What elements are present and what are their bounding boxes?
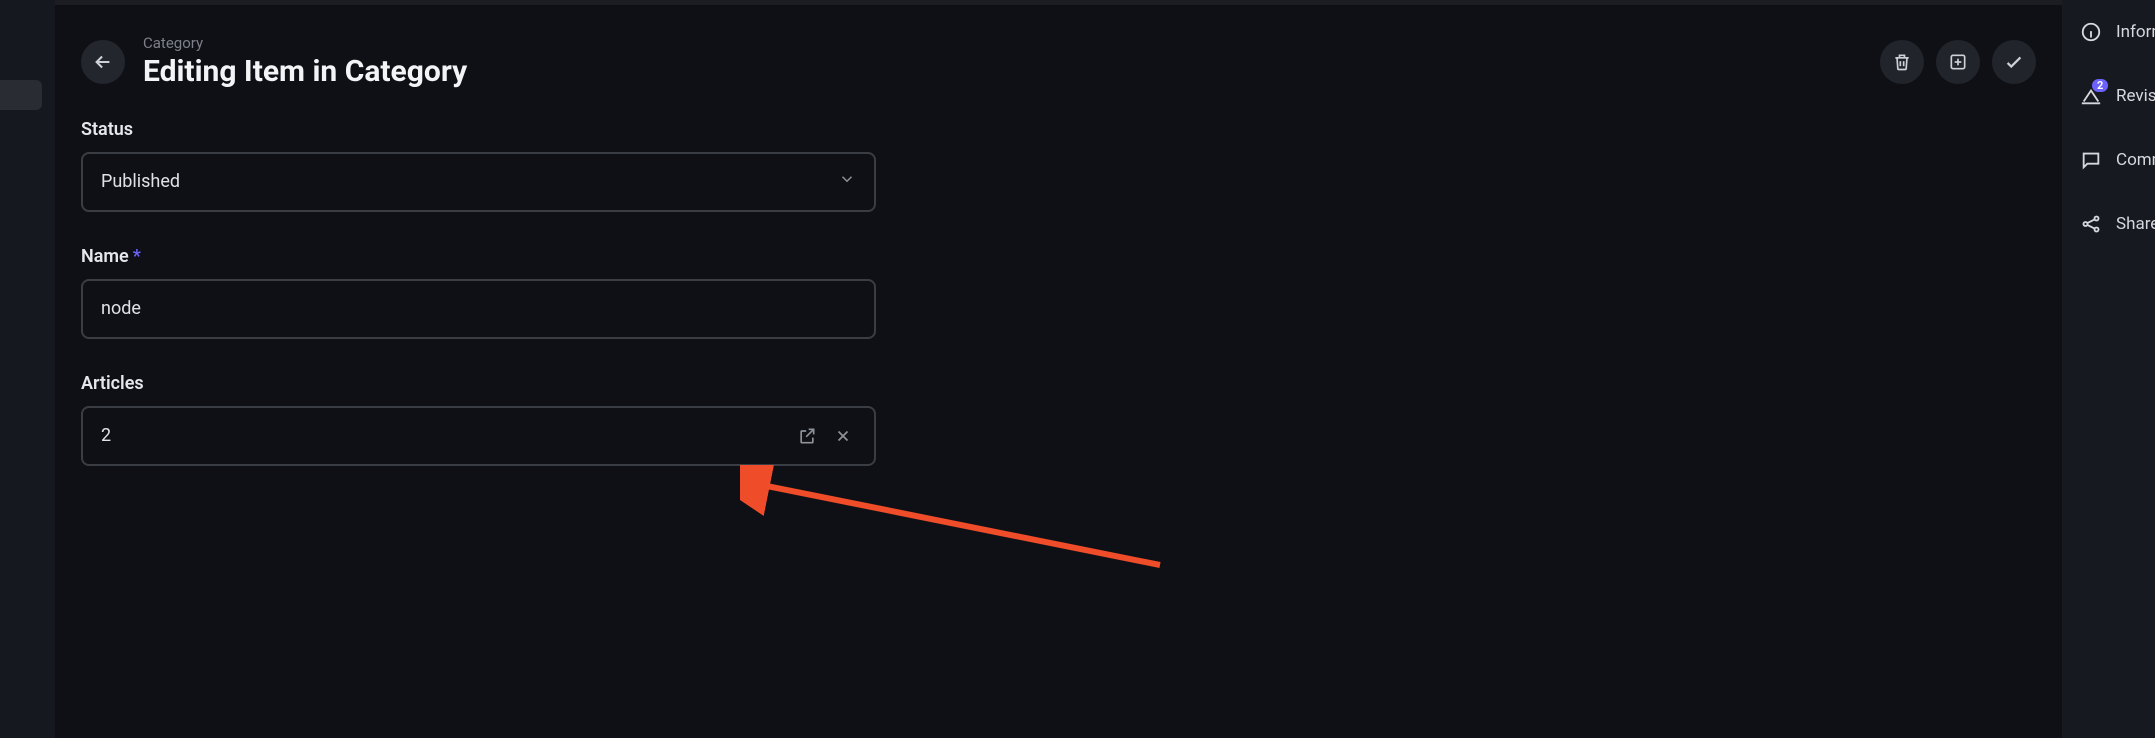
editor-panel: Category Editing Item in Category <box>55 5 2062 738</box>
name-value: node <box>101 298 856 319</box>
close-icon <box>834 427 852 445</box>
name-input[interactable]: node <box>81 279 876 339</box>
clear-relation-button[interactable] <box>830 423 856 449</box>
trash-icon <box>1892 52 1912 72</box>
status-label: Status <box>81 119 929 140</box>
comment-icon <box>2080 149 2102 171</box>
sidebar-item-shares[interactable]: Shares <box>2062 192 2155 256</box>
archive-button[interactable] <box>1936 40 1980 84</box>
sidebar-item-information[interactable]: Information <box>2062 0 2155 64</box>
field-status: Status Published <box>81 119 929 212</box>
sidebar-item-label: Information <box>2116 22 2155 42</box>
sidebar-item-label: Comments <box>2116 150 2155 170</box>
required-indicator: * <box>133 246 141 267</box>
articles-label: Articles <box>81 373 929 394</box>
sidebar-item-label: Shares <box>2116 214 2155 234</box>
sidebar-item-revisions[interactable]: 2 Revisions <box>2062 64 2155 128</box>
share-icon <box>2080 213 2102 235</box>
arrow-left-icon <box>92 51 114 73</box>
revisions-badge: 2 <box>2092 79 2108 92</box>
check-icon <box>2003 51 2025 73</box>
info-icon <box>2080 21 2102 43</box>
delete-button[interactable] <box>1880 40 1924 84</box>
breadcrumb[interactable]: Category <box>143 35 467 52</box>
edit-form: Status Published Name * node Articles 2 <box>55 99 955 520</box>
field-articles: Articles 2 <box>81 373 929 466</box>
page-title: Editing Item in Category <box>143 54 467 89</box>
open-relation-button[interactable] <box>794 423 820 449</box>
left-rail <box>0 0 55 738</box>
field-name: Name * node <box>81 246 929 339</box>
open-in-new-icon <box>797 426 817 446</box>
chevron-down-icon <box>838 170 856 193</box>
left-rail-active-chip[interactable] <box>0 80 42 110</box>
right-sidebar: Information 2 Revisions Comments Shares <box>2062 0 2155 738</box>
sidebar-item-comments[interactable]: Comments <box>2062 128 2155 192</box>
editor-header: Category Editing Item in Category <box>55 5 2062 99</box>
save-button[interactable] <box>1992 40 2036 84</box>
back-button[interactable] <box>81 40 125 84</box>
articles-value: 2 <box>101 425 794 446</box>
name-label: Name * <box>81 246 929 267</box>
status-select[interactable]: Published <box>81 152 876 212</box>
sidebar-item-label: Revisions <box>2116 86 2155 106</box>
articles-relation[interactable]: 2 <box>81 406 876 466</box>
archive-icon <box>1948 52 1968 72</box>
status-value: Published <box>101 171 838 192</box>
